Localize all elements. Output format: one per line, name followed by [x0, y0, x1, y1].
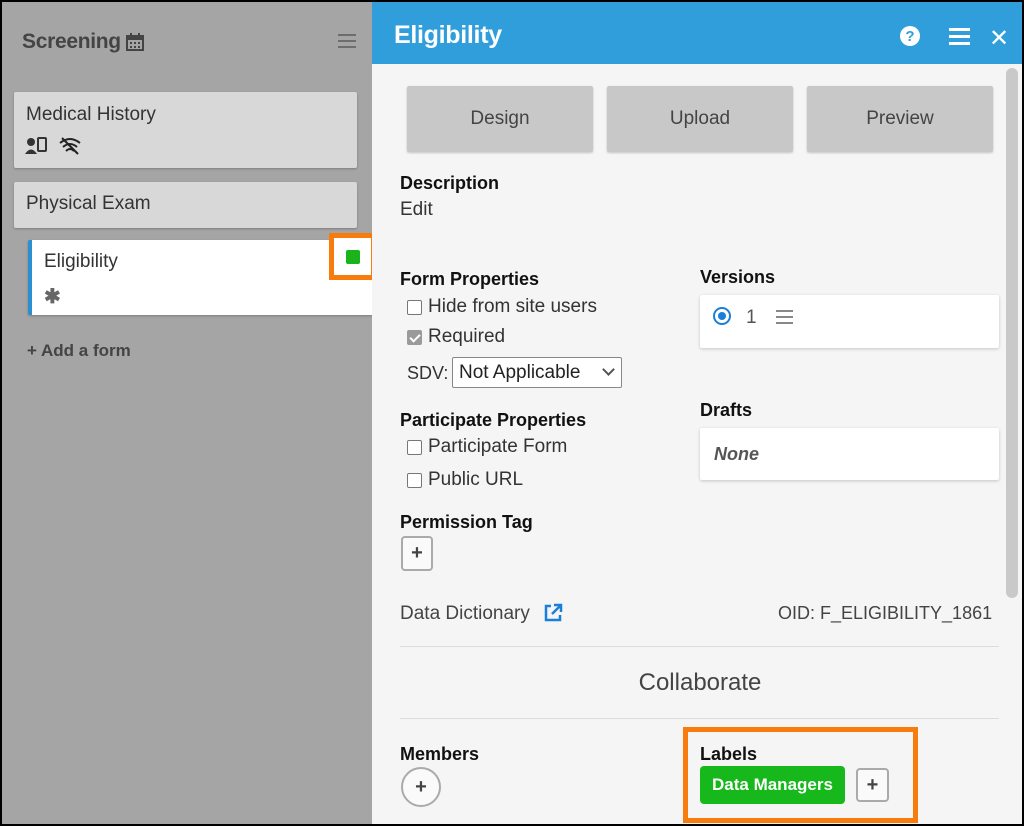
menu-icon[interactable]: [949, 28, 970, 45]
status-highlight: [329, 233, 376, 280]
participate-form-label: Participate Form: [428, 436, 568, 457]
form-card-label: Medical History: [26, 104, 156, 125]
hide-from-site-users-option[interactable]: Hide from site users: [407, 296, 597, 318]
sidebar-title: Screening: [22, 30, 121, 53]
collaborate-heading: Collaborate: [638, 669, 762, 696]
required-checkbox[interactable]: [407, 329, 422, 345]
description-heading: Description: [400, 173, 500, 193]
add-form-button[interactable]: + Add a form: [27, 341, 131, 361]
asterisk-icon: ✱: [44, 286, 61, 308]
add-permission-tag-button[interactable]: +: [401, 536, 433, 571]
participate-properties-heading: Participate Properties: [400, 410, 587, 430]
upload-button[interactable]: Upload: [607, 86, 793, 152]
sdv-label: SDV:: [407, 363, 449, 383]
chevron-down-icon: [602, 363, 615, 376]
label-tag-data-managers[interactable]: Data Managers: [700, 766, 845, 804]
form-card-physical-exam[interactable]: Physical Exam: [14, 182, 357, 228]
form-card-medical-history[interactable]: Medical History: [14, 92, 357, 168]
sidebar-header: Screening: [22, 30, 144, 54]
external-link-icon[interactable]: [543, 603, 563, 623]
form-title: Eligibility: [394, 21, 502, 49]
required-option[interactable]: Required: [407, 326, 505, 348]
drafts-panel: None: [700, 428, 999, 480]
forms-sidebar: Screening Medical History Physical Exam …: [2, 2, 376, 824]
close-icon[interactable]: ✕: [989, 24, 1009, 53]
drafts-heading: Drafts: [700, 400, 753, 420]
versions-panel: 1: [700, 295, 999, 348]
public-url-option[interactable]: Public URL: [407, 469, 523, 491]
form-card-label: Physical Exam: [26, 193, 151, 214]
version-number: 1: [746, 307, 757, 328]
members-heading: Members: [400, 744, 480, 764]
hide-from-site-users-checkbox[interactable]: [407, 299, 422, 315]
calendar-icon: [125, 33, 144, 51]
version-radio[interactable]: [713, 307, 731, 325]
add-member-button[interactable]: +: [401, 767, 441, 807]
required-label: Required: [428, 326, 506, 347]
device-user-icon: [25, 137, 47, 154]
form-header: Eligibility ? ✕: [372, 2, 1022, 64]
version-menu-icon[interactable]: [776, 310, 793, 328]
sidebar-menu-icon[interactable]: [338, 34, 356, 48]
divider: [400, 646, 999, 647]
participate-form-option[interactable]: Participate Form: [407, 436, 567, 458]
sdv-select-value: Not Applicable: [459, 361, 581, 383]
preview-button[interactable]: Preview: [807, 86, 993, 152]
sdv-select[interactable]: Not Applicable: [452, 357, 622, 388]
public-url-label: Public URL: [428, 469, 524, 490]
form-card-label: Eligibility: [44, 251, 118, 272]
design-button[interactable]: Design: [407, 86, 593, 152]
hide-from-site-users-label: Hide from site users: [428, 296, 597, 317]
description-edit-link[interactable]: Edit: [400, 199, 433, 221]
wifi-off-icon: [59, 137, 81, 155]
status-indicator[interactable]: [346, 250, 360, 264]
versions-heading: Versions: [700, 267, 776, 287]
public-url-checkbox[interactable]: [407, 472, 422, 488]
app-window: Screening Medical History Physical Exam …: [0, 0, 1024, 826]
form-properties-heading: Form Properties: [400, 269, 540, 289]
add-label-button[interactable]: +: [856, 768, 889, 802]
participate-form-checkbox[interactable]: [407, 439, 422, 455]
permission-tag-heading: Permission Tag: [400, 512, 533, 532]
scrollbar[interactable]: [1006, 68, 1018, 598]
drafts-empty-text: None: [714, 444, 759, 464]
form-card-eligibility[interactable]: Eligibility ✱: [28, 240, 374, 315]
divider: [400, 718, 999, 719]
oid-text: OID: F_ELIGIBILITY_1861: [778, 603, 993, 623]
labels-heading: Labels: [700, 744, 758, 764]
data-dictionary-link[interactable]: Data Dictionary: [400, 603, 530, 625]
help-icon[interactable]: ?: [900, 26, 920, 46]
